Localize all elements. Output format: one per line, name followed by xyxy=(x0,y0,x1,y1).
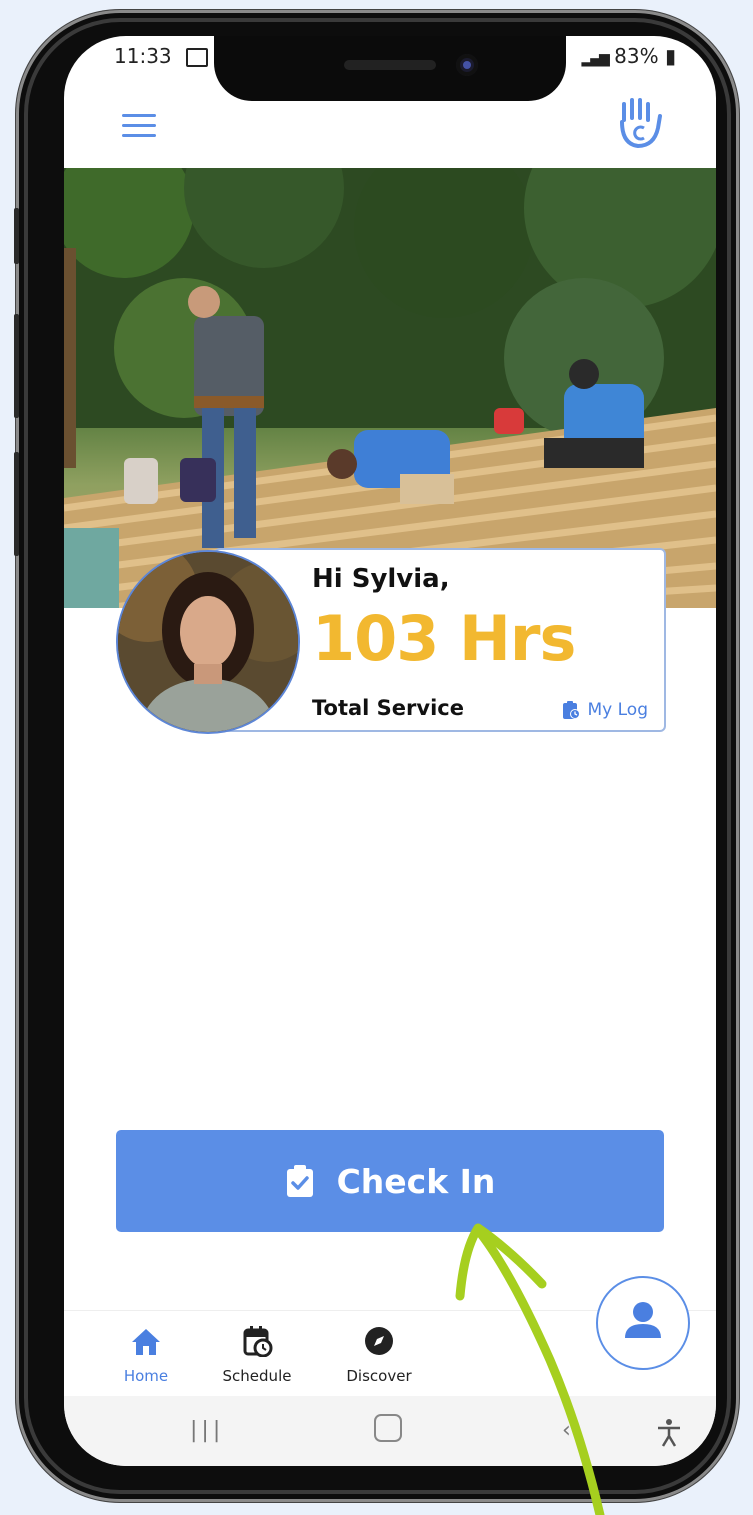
my-log-link[interactable]: My Log xyxy=(562,700,649,720)
speaker-grille xyxy=(344,60,436,70)
hero-image xyxy=(64,168,716,608)
accessibility-icon[interactable] xyxy=(656,1418,682,1454)
phone-side-button xyxy=(14,208,19,264)
battery-percent: 83% xyxy=(614,44,659,68)
hand-logo-icon[interactable] xyxy=(616,98,662,152)
status-battery: ▂▄▆ 83% ▮ xyxy=(582,44,677,68)
home-icon xyxy=(132,1329,160,1355)
status-time: 11:33 xyxy=(114,44,172,68)
greeting-text: Hi Sylvia, xyxy=(312,564,450,594)
clipboard-clock-icon xyxy=(562,701,580,719)
avatar[interactable] xyxy=(116,550,300,734)
nav-home-icon[interactable] xyxy=(374,1414,402,1442)
service-hours-value: 103 Hrs xyxy=(312,602,576,675)
tab-home-label: Home xyxy=(123,1367,169,1385)
annotation-arrow xyxy=(455,1223,605,1515)
phone-volume-up xyxy=(14,314,19,418)
tab-home[interactable]: Home xyxy=(116,1325,176,1385)
signal-icon: ▂▄▆ xyxy=(581,51,610,67)
phone-volume-down xyxy=(14,452,19,556)
total-service-label: Total Service xyxy=(312,696,464,720)
calendar-clock-icon xyxy=(243,1326,273,1357)
compass-icon xyxy=(365,1327,393,1355)
gallery-notification-icon xyxy=(186,48,208,67)
battery-icon: ▮ xyxy=(664,44,676,68)
phone-notch xyxy=(214,36,566,101)
clipboard-check-icon xyxy=(286,1165,313,1197)
tab-discover[interactable]: Discover xyxy=(336,1325,422,1385)
tab-schedule[interactable]: Schedule xyxy=(214,1325,300,1385)
tab-discover-label: Discover xyxy=(346,1367,412,1385)
tab-schedule-label: Schedule xyxy=(222,1367,292,1385)
hamburger-menu-icon[interactable] xyxy=(122,114,156,138)
recent-apps-icon[interactable]: ||| xyxy=(190,1418,224,1443)
front-camera xyxy=(456,54,478,76)
my-log-label: My Log xyxy=(587,700,649,720)
